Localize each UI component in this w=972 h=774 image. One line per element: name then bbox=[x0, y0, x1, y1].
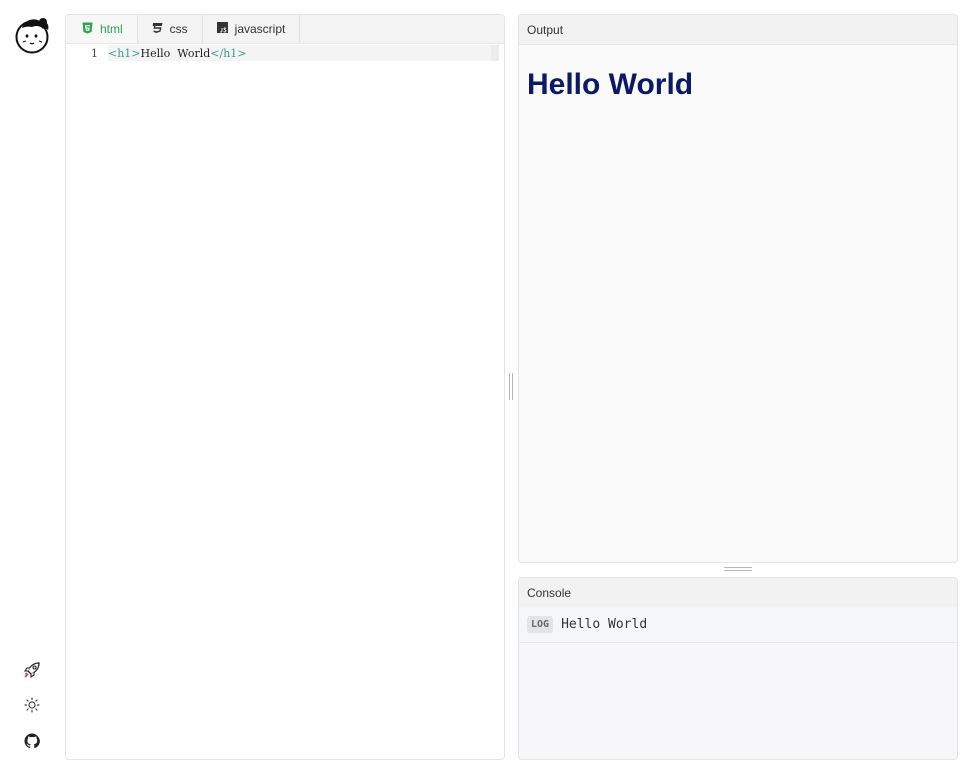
sun-icon[interactable] bbox=[22, 695, 42, 715]
tab-label: javascript bbox=[234, 22, 286, 36]
tab-label: html bbox=[100, 22, 123, 36]
output-panel: Output Hello World bbox=[518, 14, 958, 563]
console-panel: Console LOG Hello World bbox=[518, 577, 958, 760]
js-icon bbox=[216, 22, 228, 36]
vertical-splitter[interactable] bbox=[509, 373, 513, 400]
output-header: Output bbox=[519, 15, 957, 45]
log-level-badge: LOG bbox=[527, 616, 554, 633]
console-header: Console bbox=[519, 578, 957, 607]
line-number: 1 bbox=[91, 46, 98, 60]
console-entry: LOG Hello World bbox=[519, 607, 957, 643]
code-line: 1 <h1> Hello World </h1> bbox=[66, 45, 504, 61]
tab-css[interactable]: css bbox=[138, 15, 203, 43]
log-message: Hello World bbox=[561, 617, 648, 632]
github-icon[interactable] bbox=[22, 731, 42, 751]
css3-icon bbox=[152, 22, 163, 37]
console-title: Console bbox=[527, 585, 572, 600]
logo-icon[interactable] bbox=[14, 16, 52, 54]
code-area[interactable]: 1 <h1> Hello World </h1> bbox=[66, 44, 504, 61]
output-title: Output bbox=[527, 22, 564, 37]
tab-html[interactable]: html bbox=[66, 15, 138, 43]
editor-scrollbar[interactable] bbox=[491, 45, 499, 61]
left-rail bbox=[0, 0, 64, 774]
output-preview: Hello World bbox=[519, 45, 957, 125]
close-tag: </h1> bbox=[210, 46, 247, 60]
output-heading: Hello World bbox=[527, 68, 694, 101]
rocket-icon[interactable] bbox=[22, 660, 42, 680]
editor-tabbar: html css javascript bbox=[66, 15, 504, 44]
tab-javascript[interactable]: javascript bbox=[203, 15, 301, 43]
open-tag: <h1> bbox=[108, 46, 141, 60]
line-text: Hello World bbox=[140, 46, 211, 60]
tab-label: css bbox=[169, 22, 188, 36]
line-content[interactable]: <h1> Hello World </h1> bbox=[108, 45, 492, 61]
code-editor-panel: html css javascript 1 <h1> Hello World <… bbox=[65, 14, 505, 760]
html5-icon bbox=[82, 22, 93, 37]
horizontal-splitter[interactable] bbox=[724, 567, 752, 571]
